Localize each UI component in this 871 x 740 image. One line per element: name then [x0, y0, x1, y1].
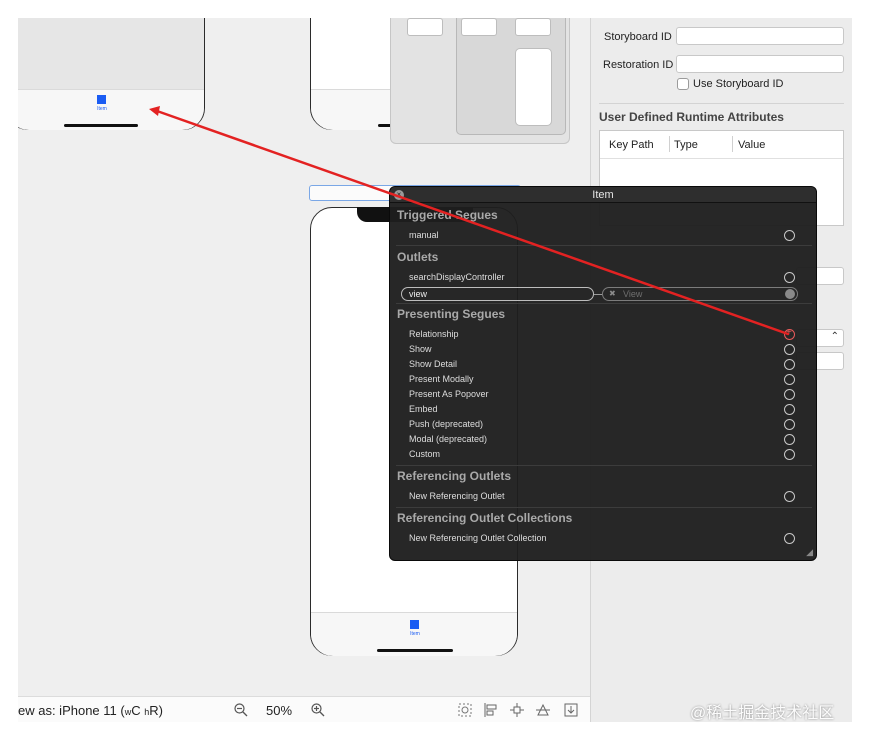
section-outlets: Outlets — [397, 250, 439, 264]
size-class-c: C — [131, 703, 141, 718]
outlet-target-label: View — [623, 289, 643, 299]
library-thumb — [407, 18, 443, 36]
section-presenting-segues: Presenting Segues — [397, 307, 506, 321]
segue-present-modally: Present Modally — [409, 374, 474, 384]
section-outlet-collections: Referencing Outlet Collections — [397, 511, 573, 525]
tab-item-icon — [97, 95, 106, 104]
segue-present-popover: Present As Popover — [409, 389, 489, 399]
hud-title-bar: × Item — [390, 187, 816, 203]
canvas-bottom-bar: ew as: iPhone 11 (wC hR) 50% — [18, 696, 590, 722]
hud-title: Item — [592, 189, 614, 201]
connections-hud[interactable]: × Item Triggered Segues manual Outlets s… — [389, 186, 817, 561]
new-referencing-collection: New Referencing Outlet Collection — [409, 533, 547, 543]
connected-circle-icon — [785, 289, 795, 299]
section-referencing-outlets: Referencing Outlets — [397, 469, 512, 483]
view-as-button[interactable]: ew as: iPhone 11 (wC hR) — [18, 703, 163, 718]
connect-circle-show-detail[interactable] — [784, 359, 795, 370]
section-divider — [396, 303, 812, 304]
embed-in-icon[interactable] — [563, 702, 579, 718]
xcode-window: Item Item ew as: iPhone 11 (wC hR) 50% S… — [18, 18, 852, 722]
segue-push: Push (deprecated) — [409, 419, 484, 429]
connect-circle-relationship[interactable]: + — [784, 327, 795, 340]
section-divider — [396, 507, 812, 508]
view-as-prefix: ew as: iPhone 11 ( — [18, 703, 125, 718]
resolve-issues-icon[interactable] — [535, 702, 551, 718]
use-storyboard-id-checkbox[interactable] — [677, 78, 689, 90]
restoration-id-field[interactable] — [676, 55, 844, 73]
zoom-in-icon[interactable] — [310, 702, 326, 718]
resize-grip-icon[interactable]: ◢ — [806, 547, 813, 558]
add-constraints-icon[interactable] — [509, 702, 525, 718]
segue-custom: Custom — [409, 449, 441, 459]
outlet-view-label: view — [409, 289, 428, 299]
connect-circle-referencing[interactable] — [784, 491, 795, 502]
new-referencing-outlet: New Referencing Outlet — [409, 491, 505, 501]
column-type: Type — [674, 139, 698, 151]
segue-show: Show — [409, 344, 432, 354]
tab-item-label: Item — [410, 631, 420, 637]
zoom-level: 50% — [266, 703, 293, 718]
watermark: @稀土掘金技术社区 — [690, 705, 835, 722]
column-value: Value — [738, 139, 766, 151]
outlet-item-search: searchDisplayController — [409, 272, 505, 282]
column-key-path: Key Path — [609, 139, 654, 151]
segue-modal: Modal (deprecated) — [409, 434, 488, 444]
library-thumb — [461, 18, 497, 36]
outlet-view-pill[interactable]: view — [401, 287, 594, 301]
scene-tab-bar-controller[interactable]: Item — [18, 18, 205, 130]
connect-circle-push[interactable] — [784, 419, 795, 430]
library-thumb — [515, 18, 551, 36]
connect-circle-search[interactable] — [784, 272, 795, 283]
tab-item-icon — [410, 620, 419, 629]
outlet-view-target[interactable]: ✖ View — [602, 287, 798, 301]
object-library-preview — [390, 18, 570, 144]
library-phone-thumb — [515, 48, 552, 126]
table-header-divider — [600, 158, 843, 159]
popup-arrows-icon: ⌃ — [830, 331, 839, 342]
update-frames-icon[interactable] — [457, 702, 473, 718]
connect-circle-show[interactable] — [784, 344, 795, 355]
segue-show-detail: Show Detail — [409, 359, 458, 369]
udra-title: User Defined Runtime Attributes — [599, 110, 784, 124]
connect-circle-modal[interactable] — [784, 434, 795, 445]
close-icon[interactable]: × — [394, 190, 404, 200]
column-separator — [669, 136, 670, 152]
section-triggered-segues: Triggered Segues — [397, 208, 498, 222]
tab-bar[interactable]: Item — [18, 89, 204, 130]
segue-embed: Embed — [409, 404, 438, 414]
segue-relationship: Relationship — [409, 329, 459, 339]
plus-icon: + — [786, 327, 792, 338]
tab-bar-lower[interactable]: Item — [311, 612, 517, 656]
align-icon[interactable] — [483, 702, 499, 718]
storyboard-id-field[interactable] — [676, 27, 844, 45]
size-class-r: R — [149, 703, 159, 718]
section-divider — [396, 245, 812, 246]
view-as-suffix: ) — [158, 703, 163, 718]
section-divider — [396, 465, 812, 466]
connect-circle-manual[interactable] — [784, 230, 795, 241]
outlet-link-line — [594, 294, 602, 295]
home-indicator — [377, 649, 453, 652]
zoom-out-icon[interactable] — [233, 702, 249, 718]
triggered-item-manual: manual — [409, 230, 439, 240]
tab-item-label: Item — [97, 106, 107, 112]
connect-circle-embed[interactable] — [784, 404, 795, 415]
storyboard-id-label: Storyboard ID — [604, 31, 672, 43]
connect-circle-custom[interactable] — [784, 449, 795, 460]
connect-circle-present-modally[interactable] — [784, 374, 795, 385]
divider — [599, 103, 844, 104]
home-indicator — [64, 124, 138, 127]
disconnect-icon[interactable]: ✖ — [609, 288, 616, 300]
use-storyboard-id-label: Use Storyboard ID — [693, 78, 784, 90]
column-separator — [732, 136, 733, 152]
connect-circle-present-popover[interactable] — [784, 389, 795, 400]
library-preview-panel — [456, 18, 566, 135]
connect-circle-collection[interactable] — [784, 533, 795, 544]
restoration-id-label: Restoration ID — [603, 59, 674, 71]
